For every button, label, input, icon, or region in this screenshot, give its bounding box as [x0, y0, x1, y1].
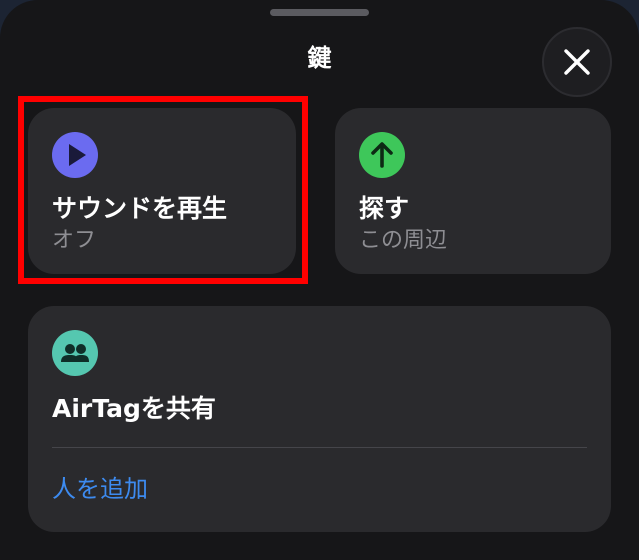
- people-icon: [61, 344, 89, 362]
- play-icon: [69, 144, 86, 166]
- divider: [52, 447, 587, 448]
- play-sound-label: サウンドを再生: [52, 194, 228, 223]
- share-airtag-label: AirTagを共有: [52, 394, 216, 423]
- play-icon-circle: [52, 132, 98, 178]
- add-person-button[interactable]: 人を追加: [52, 473, 148, 505]
- close-icon: [564, 49, 590, 75]
- find-card[interactable]: 探す この周辺: [335, 108, 611, 274]
- find-label: 探す: [359, 194, 410, 223]
- share-airtag-card: AirTagを共有 人を追加: [28, 306, 611, 532]
- bottom-sheet: 鍵 サウンドを再生 オフ 探す この周辺 AirTagを共有 人を追加: [0, 0, 639, 560]
- arrow-up-icon: [371, 142, 393, 168]
- sheet-grabber[interactable]: [270, 9, 369, 16]
- arrow-up-icon-circle: [359, 132, 405, 178]
- find-status: この周辺: [359, 228, 448, 253]
- play-sound-status: オフ: [52, 228, 97, 253]
- play-sound-card[interactable]: サウンドを再生 オフ: [28, 108, 296, 274]
- people-icon-circle: [52, 330, 98, 376]
- close-button[interactable]: [542, 27, 612, 97]
